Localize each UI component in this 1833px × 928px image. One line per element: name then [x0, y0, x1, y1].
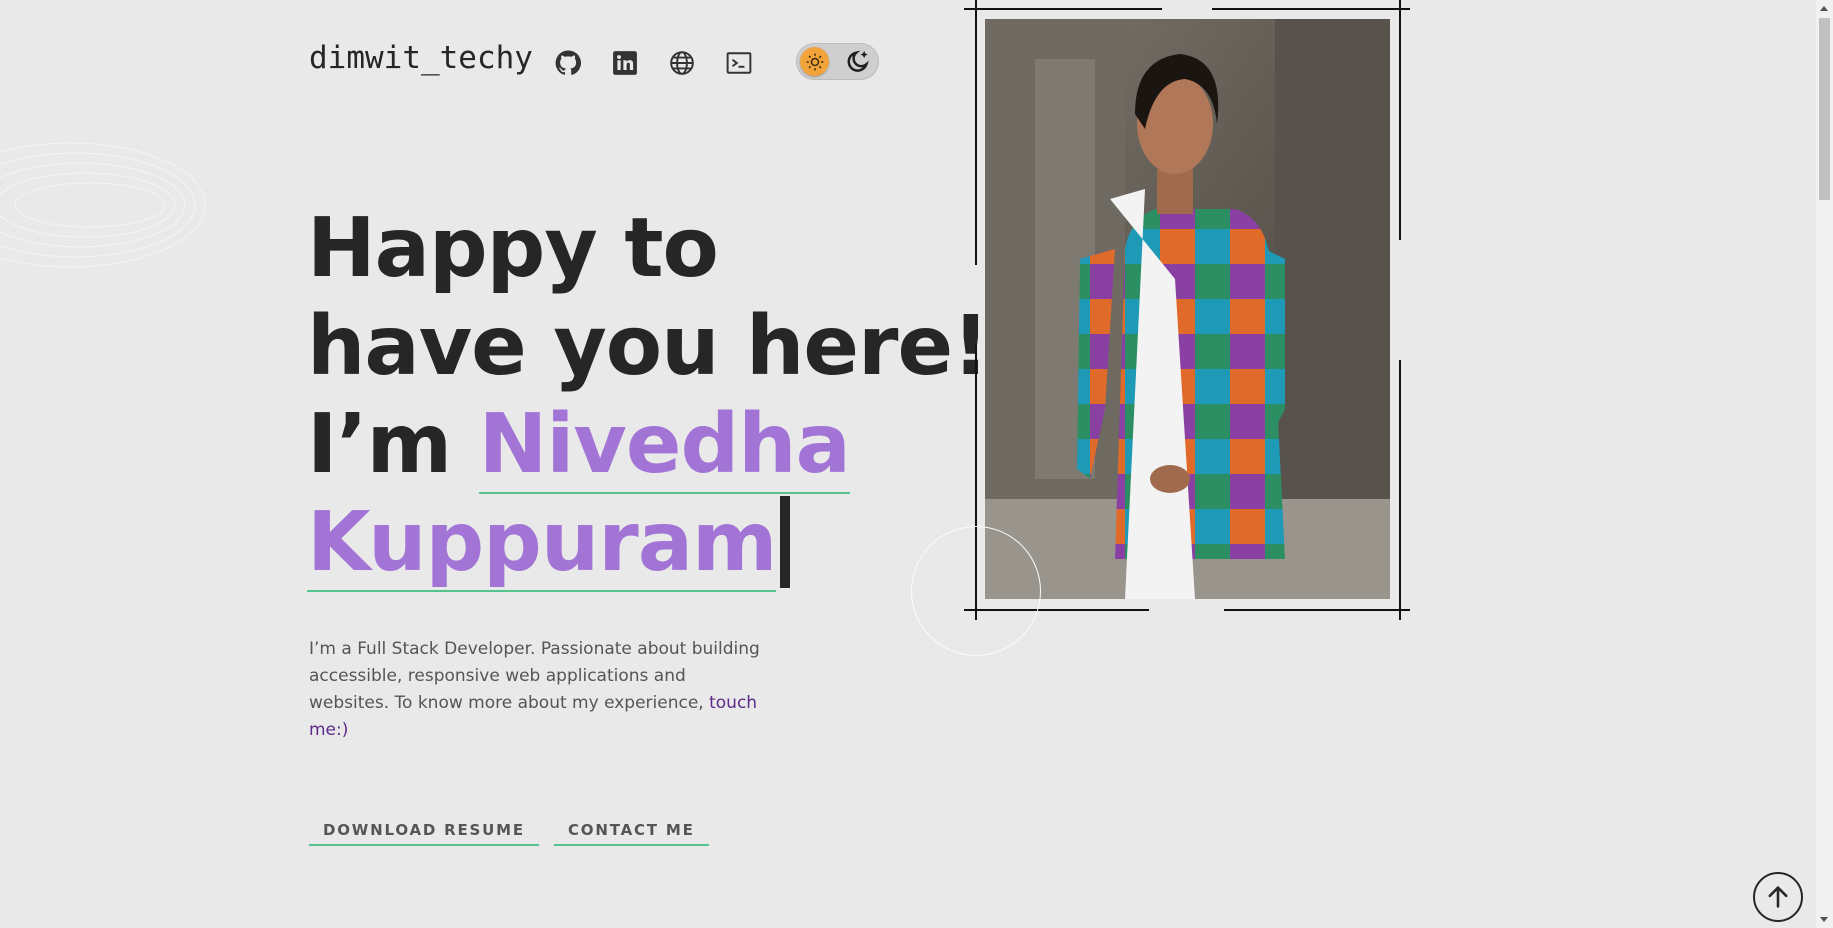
typing-cursor [780, 496, 791, 588]
hero-greeting: I’m [307, 397, 452, 492]
terminal-icon[interactable] [725, 49, 753, 77]
download-resume-button[interactable]: DOWNLOAD RESUME [309, 818, 539, 846]
globe-icon[interactable] [668, 49, 696, 77]
hero-line-4: Kuppuram [307, 494, 947, 592]
contact-me-button[interactable]: CONTACT ME [554, 818, 709, 846]
hero-line-2: have you here! [307, 299, 989, 394]
scroll-up-arrow[interactable] [1820, 6, 1828, 11]
about-text: I’m a Full Stack Developer. Passionate a… [309, 639, 760, 713]
brand-logo[interactable]: dimwit_techy [309, 40, 533, 76]
scrollbar[interactable] [1816, 0, 1833, 928]
theme-toggle[interactable] [796, 43, 879, 80]
about-paragraph: I’m a Full Stack Developer. Passionate a… [309, 636, 769, 744]
arrow-up-icon [1768, 886, 1788, 908]
linkedin-icon[interactable] [611, 49, 639, 77]
github-icon[interactable] [554, 49, 582, 77]
decorative-circle [911, 526, 1041, 656]
hero-heading: Happy to have you here! I’m Nivedha Kupp… [307, 200, 989, 592]
hero-name-first: Nivedha [478, 397, 851, 494]
moon-icon [847, 50, 869, 72]
hero-line-3: I’m Nivedha [307, 396, 947, 494]
scroll-thumb[interactable] [1819, 18, 1830, 200]
sun-icon [800, 47, 829, 76]
decorative-ellipses [0, 142, 206, 268]
scroll-down-arrow[interactable] [1820, 917, 1828, 922]
profile-photo [985, 19, 1390, 599]
hero-line-1: Happy to [307, 201, 719, 296]
hero-name-last: Kuppuram [307, 495, 777, 592]
scroll-to-top-button[interactable] [1753, 872, 1803, 922]
